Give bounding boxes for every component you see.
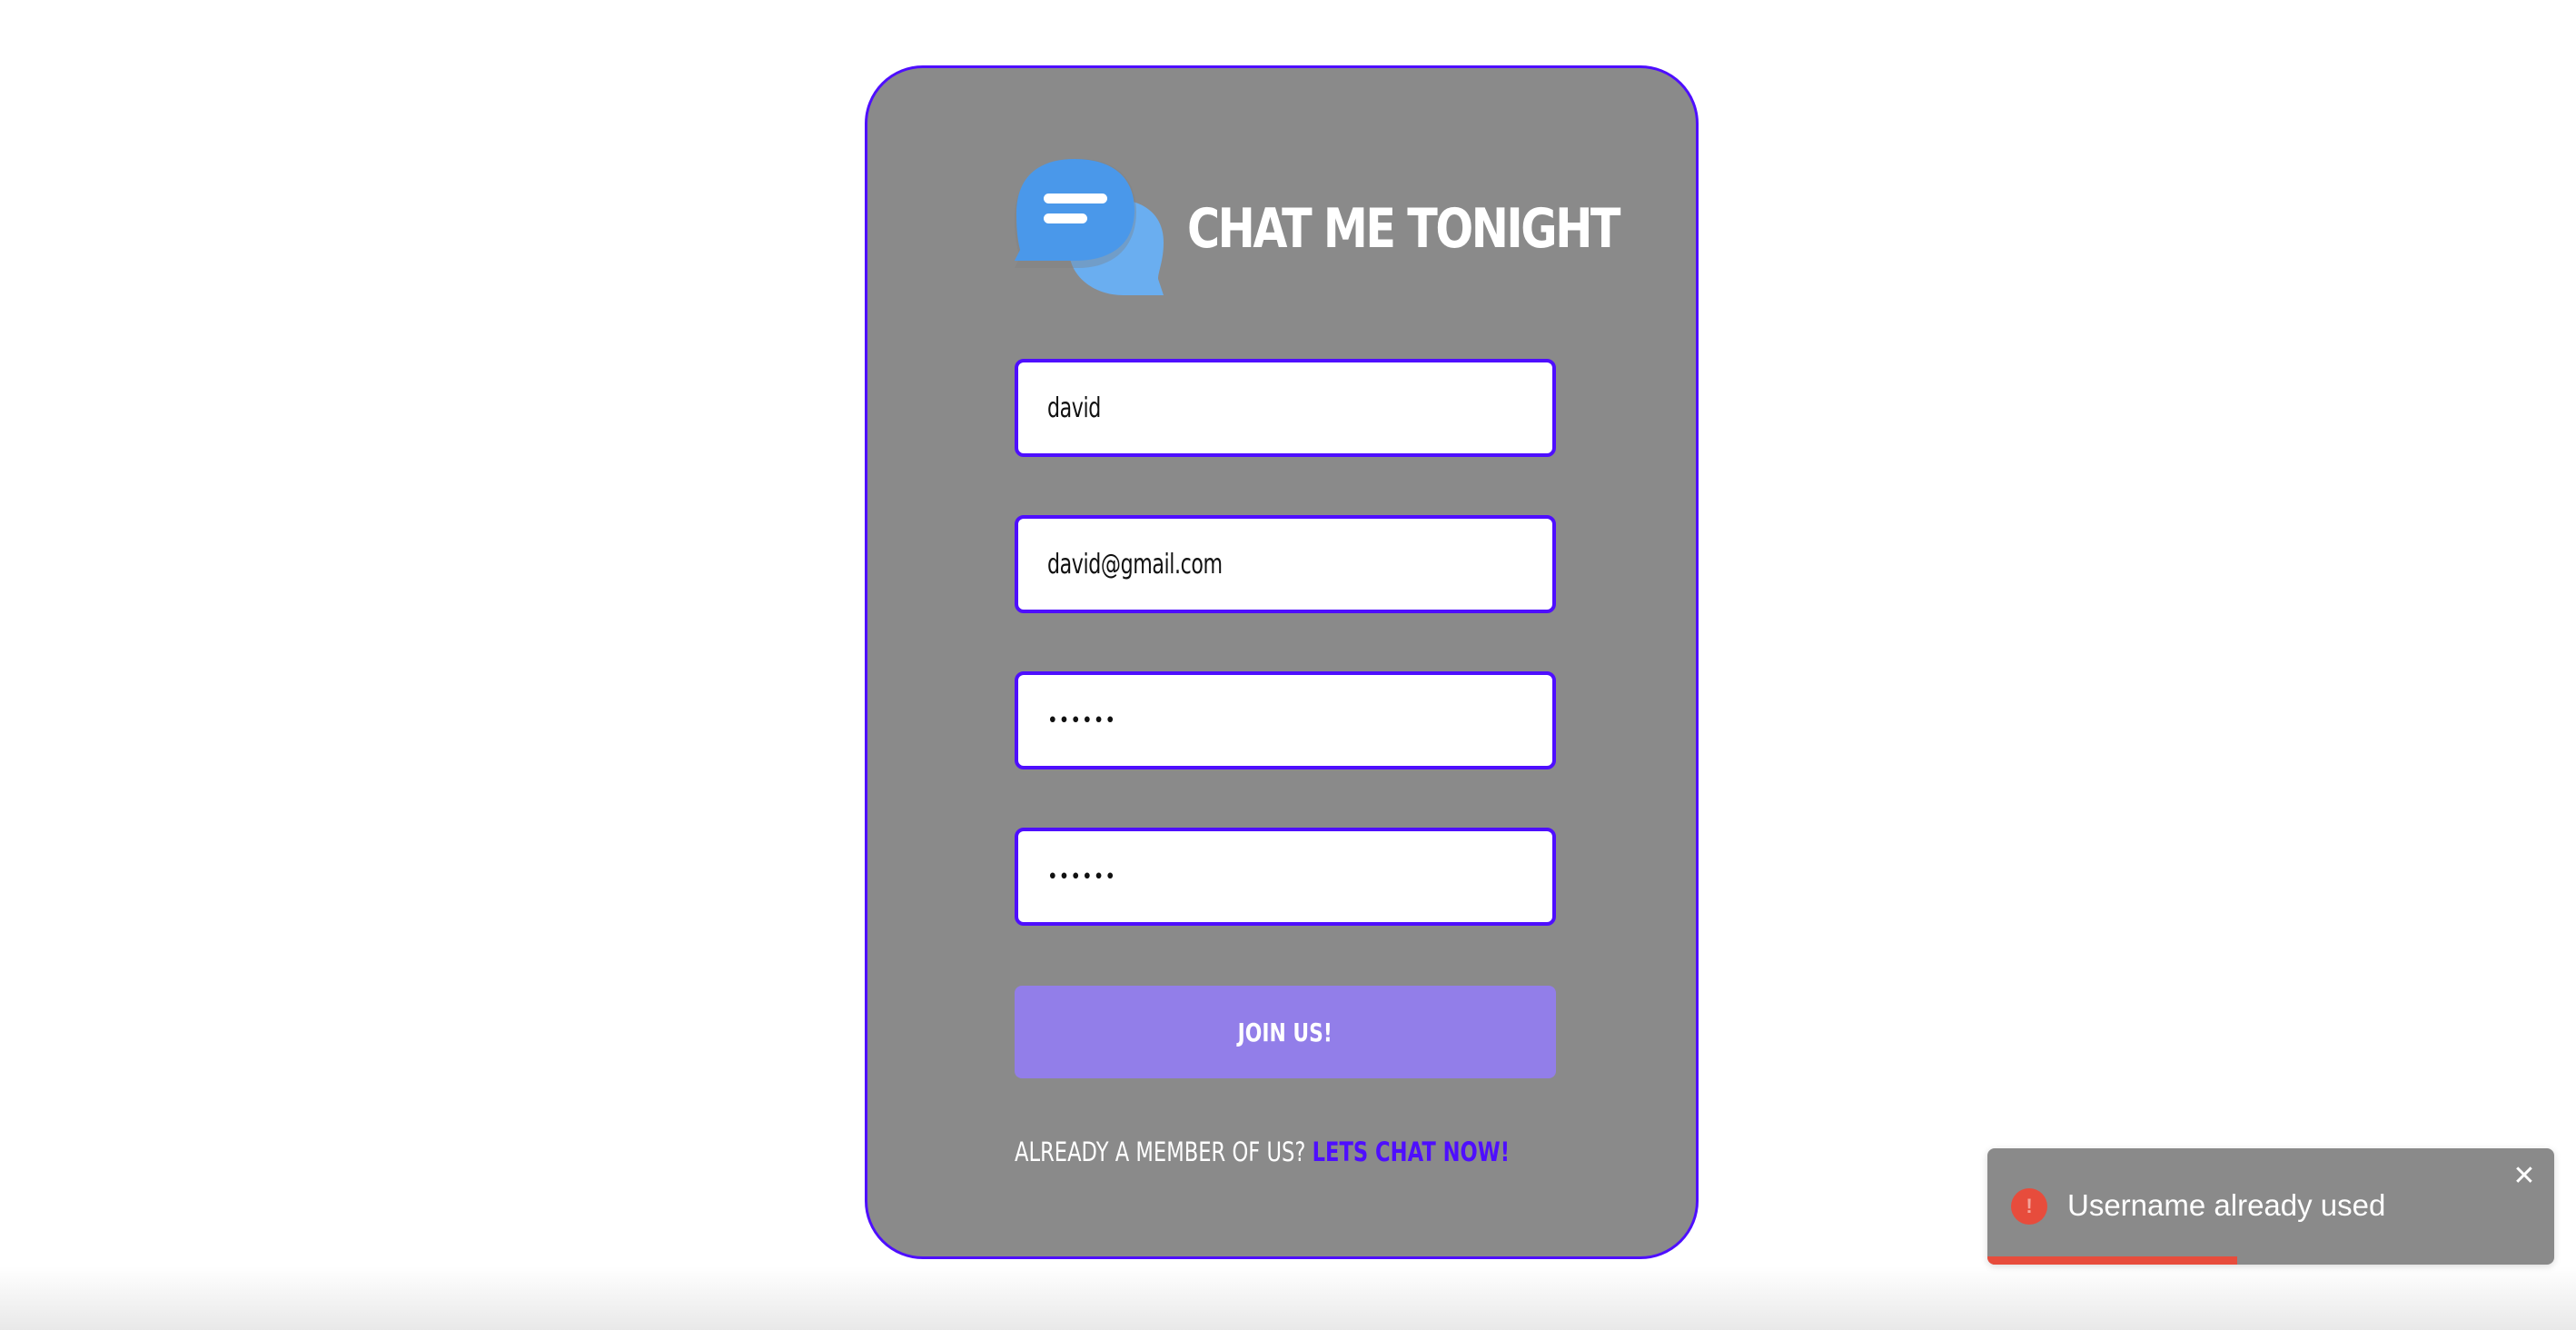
app-title: CHAT ME TONIGHT	[1187, 197, 1620, 261]
close-icon[interactable]: ✕	[2511, 1163, 2538, 1190]
login-prompt: ALREADY A MEMBER OF US? LETS CHAT NOW!	[1015, 1136, 1510, 1167]
bottom-shade	[0, 1266, 2576, 1330]
username-input[interactable]: david	[1015, 359, 1556, 457]
email-value: david@gmail.com	[1047, 548, 1223, 581]
chat-bubbles-icon	[1015, 159, 1164, 295]
email-input[interactable]: david@gmail.com	[1015, 515, 1556, 613]
brand-header: CHAT ME TONIGHT	[1015, 159, 1620, 304]
error-toast: ! Username already used ✕	[1987, 1148, 2554, 1265]
confirm-password-input[interactable]: ••••••	[1015, 828, 1556, 926]
toast-message: Username already used	[2067, 1188, 2386, 1222]
join-us-button[interactable]: JOIN US!	[1015, 986, 1556, 1078]
confirm-password-value: ••••••	[1047, 865, 1117, 888]
login-link[interactable]: LETS CHAT NOW!	[1313, 1136, 1510, 1167]
error-icon: !	[2011, 1188, 2047, 1225]
toast-progress-fill	[1987, 1256, 2237, 1265]
toast-progress-bar	[1987, 1256, 2554, 1265]
password-value: ••••••	[1047, 709, 1117, 732]
page: CHAT ME TONIGHT david david@gmail.com ••…	[0, 0, 2576, 1330]
register-card: CHAT ME TONIGHT david david@gmail.com ••…	[865, 65, 1699, 1259]
password-input[interactable]: ••••••	[1015, 671, 1556, 769]
username-value: david	[1047, 392, 1101, 424]
login-prompt-text: ALREADY A MEMBER OF US?	[1015, 1136, 1313, 1167]
join-us-label: JOIN US!	[1237, 1017, 1333, 1047]
